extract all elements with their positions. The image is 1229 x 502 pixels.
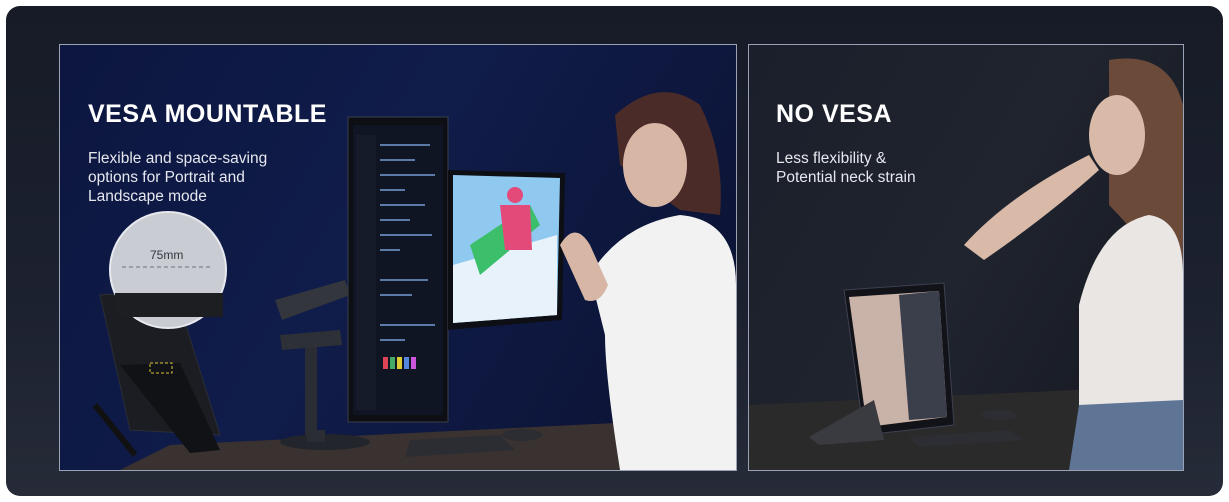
portrait-monitor: [347, 116, 449, 423]
no-vesa-description: Less flexibility & Potential neck strain: [776, 149, 916, 187]
description-line: Less flexibility &: [776, 150, 887, 167]
description-line: Flexible and space-saving: [88, 150, 268, 167]
mouse: [502, 429, 542, 441]
woman-figure: [560, 92, 736, 470]
no-vesa-panel: NO VESA Less flexibility & Potential nec…: [748, 44, 1184, 471]
comparison-banner: VESA MOUNTABLE Flexible and space-saving…: [6, 6, 1223, 496]
vesa-measurement-label: 75mm: [150, 248, 184, 262]
description-line: Landscape mode: [88, 188, 207, 205]
mouse: [981, 410, 1017, 420]
vesa-mountable-heading: VESA MOUNTABLE: [88, 100, 327, 128]
no-vesa-heading: NO VESA: [776, 100, 893, 128]
description-line: Potential neck strain: [776, 169, 916, 186]
description-line: options for Portrait and: [88, 169, 245, 186]
landscape-monitor: [448, 170, 565, 330]
vesa-mountable-description: Flexible and space-saving options for Po…: [88, 149, 267, 206]
vesa-mountable-panel: VESA MOUNTABLE Flexible and space-saving…: [59, 44, 737, 471]
vesa-magnifier: [109, 211, 227, 329]
